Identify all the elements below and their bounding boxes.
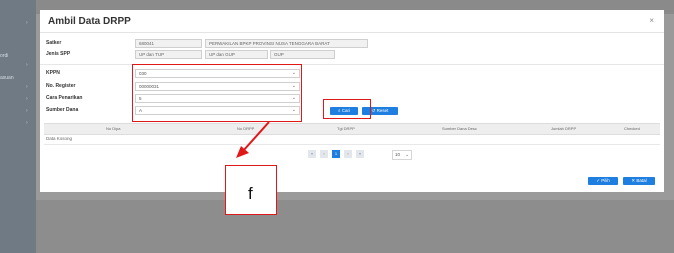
annotation-arrow [236, 121, 270, 158]
annotation-arrow-line [242, 121, 270, 152]
annotation-callout: f [225, 165, 277, 215]
annotation-callout-text: f [248, 184, 253, 203]
